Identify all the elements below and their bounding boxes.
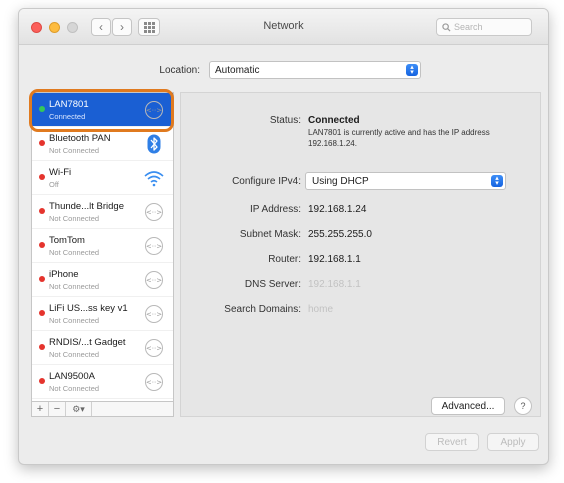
status-label: Status:: [269, 115, 301, 126]
ethernet-icon: <··>: [143, 303, 165, 325]
service-item[interactable]: LAN9500A Not Connected <··>: [32, 365, 173, 399]
popup-arrows-icon: ▴ ▾: [406, 64, 418, 76]
status-dot-icon: [39, 242, 45, 248]
search-icon: [442, 22, 451, 32]
configure-ipv4-value: Using DHCP: [312, 176, 369, 187]
advanced-button[interactable]: Advanced...: [431, 397, 505, 415]
ip-address-label: IP Address:: [250, 204, 301, 215]
router-label: Router:: [268, 254, 301, 265]
dns-server-value: 192.168.1.1: [308, 279, 361, 290]
status-description: LAN7801 is currently active and has the …: [308, 128, 490, 148]
router-value: 192.168.1.1: [308, 254, 361, 265]
service-item[interactable]: iPhone Not Connected <··>: [32, 263, 173, 297]
apply-button[interactable]: Apply: [487, 433, 539, 451]
search-domains-label: Search Domains:: [224, 304, 301, 315]
svg-text:<··>: <··>: [146, 209, 162, 217]
service-status: Not Connected: [49, 384, 100, 393]
service-status: Connected: [49, 112, 86, 121]
subnet-mask-label: Subnet Mask:: [239, 229, 301, 240]
svg-text:<··>: <··>: [146, 379, 162, 387]
svg-text:<··>: <··>: [146, 107, 162, 115]
status-dot-icon: [39, 106, 45, 112]
status-dot-icon: [39, 378, 45, 384]
configure-ipv4-label: Configure IPv4:: [232, 176, 301, 187]
service-status: Not Connected: [49, 350, 100, 359]
status-dot-icon: [39, 208, 45, 214]
gear-icon: ⚙▾: [72, 403, 85, 414]
add-service-button[interactable]: +: [32, 402, 49, 416]
location-select[interactable]: Automatic ▴ ▾: [209, 61, 421, 79]
service-status: Not Connected: [49, 248, 100, 257]
configure-ipv4-select[interactable]: Using DHCP ▴ ▾: [305, 172, 506, 190]
service-item[interactable]: Thunde...lt Bridge Not Connected <··>: [32, 195, 173, 229]
bluetooth-icon: [143, 133, 165, 155]
search-input[interactable]: [454, 22, 524, 32]
status-dot-icon: [39, 174, 45, 180]
ethernet-icon: <··>: [143, 99, 165, 121]
service-name: Thunde...lt Bridge: [49, 201, 124, 212]
location-label: Location:: [159, 65, 200, 76]
ip-address-value: 192.168.1.24: [308, 204, 367, 215]
status-value: Connected: [308, 115, 360, 126]
status-dot-icon: [39, 276, 45, 282]
status-dot-icon: [39, 140, 45, 146]
location-row: Location: Automatic ▴ ▾: [19, 61, 548, 81]
remove-service-button[interactable]: −: [49, 402, 66, 416]
service-name: LiFi US...ss key v1: [49, 303, 128, 314]
popup-arrows-icon: ▴ ▾: [491, 175, 503, 187]
ethernet-icon: <··>: [143, 371, 165, 393]
status-dot-icon: [39, 344, 45, 350]
ethernet-icon: <··>: [143, 337, 165, 359]
service-name: RNDIS/...t Gadget: [49, 337, 126, 348]
gear-menu-button[interactable]: ⚙▾: [66, 402, 92, 416]
service-item[interactable]: Wi-Fi Off: [32, 161, 173, 195]
service-item[interactable]: TomTom Not Connected <··>: [32, 229, 173, 263]
service-name: iPhone: [49, 269, 79, 280]
service-list-footer: + − ⚙▾: [31, 402, 174, 417]
svg-text:<··>: <··>: [146, 345, 162, 353]
service-name: LAN9500A: [49, 371, 95, 382]
search-field[interactable]: [436, 18, 532, 36]
status-dot-icon: [39, 310, 45, 316]
ethernet-icon: <··>: [143, 269, 165, 291]
svg-text:<··>: <··>: [146, 311, 162, 319]
service-item[interactable]: RNDIS/...t Gadget Not Connected <··>: [32, 331, 173, 365]
service-item[interactable]: LiFi US...ss key v1 Not Connected <··>: [32, 297, 173, 331]
service-status: Not Connected: [49, 146, 100, 155]
service-status: Not Connected: [49, 214, 100, 223]
service-status: Not Connected: [49, 282, 100, 291]
dns-server-label: DNS Server:: [244, 279, 301, 290]
service-name: TomTom: [49, 235, 85, 246]
service-name: LAN7801: [49, 99, 89, 110]
service-name: Wi-Fi: [49, 167, 72, 178]
service-name: Bluetooth PAN: [49, 133, 111, 144]
subnet-mask-value: 255.255.255.0: [308, 229, 372, 240]
revert-button[interactable]: Revert: [425, 433, 479, 451]
service-detail-pane: Status: Connected LAN7801 is currently a…: [180, 92, 541, 417]
service-item[interactable]: Bluetooth PAN Not Connected: [32, 127, 173, 161]
network-preferences-window: ‹ › Network Location: Automatic ▴▾ LAN78…: [18, 8, 549, 465]
network-service-list[interactable]: LAN7801 Connected <··> Bluetooth PAN Not Con…: [31, 92, 174, 402]
title-bar: ‹ › Network: [19, 9, 548, 45]
wifi-icon: [143, 167, 165, 189]
service-item[interactable]: LAN7801 Connected <··>: [32, 93, 173, 127]
location-value: Automatic: [215, 65, 260, 76]
ethernet-icon: <··>: [143, 201, 165, 223]
help-button[interactable]: ?: [514, 397, 532, 415]
svg-text:<··>: <··>: [146, 243, 162, 251]
svg-text:<··>: <··>: [146, 277, 162, 285]
service-status: Off: [49, 180, 59, 189]
service-status: Not Connected: [49, 316, 100, 325]
ethernet-icon: <··>: [143, 235, 165, 257]
search-domains-value: home: [308, 304, 334, 315]
